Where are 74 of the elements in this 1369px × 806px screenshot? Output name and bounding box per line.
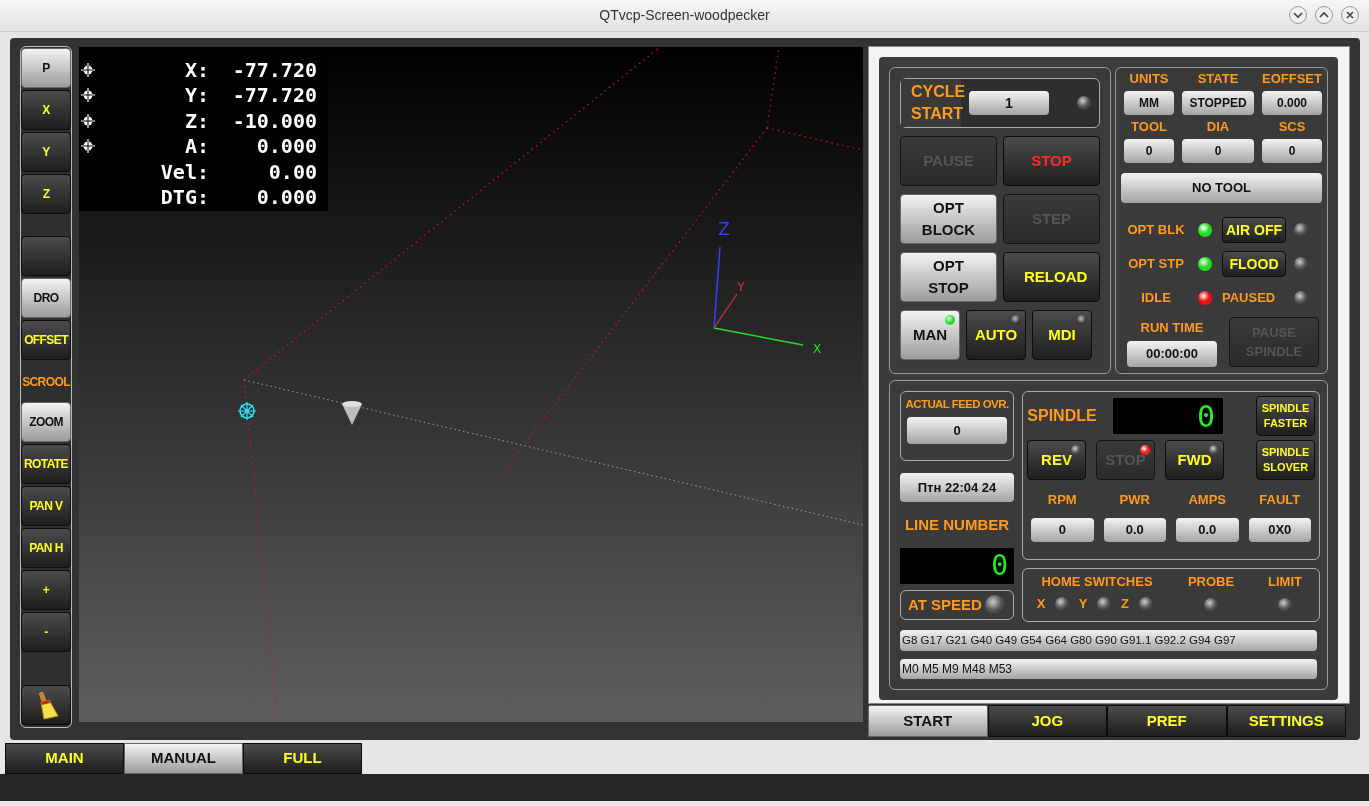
program-button[interactable]: OPT BLOCK [900, 194, 997, 244]
dro-axis-label: A: [183, 136, 209, 157]
panel-tab[interactable]: SETTINGS [1226, 705, 1346, 737]
main-tab[interactable]: FULL [243, 743, 362, 774]
sidebar-button[interactable]: PAN H [21, 528, 71, 568]
panel-tab[interactable]: PREF [1107, 705, 1227, 737]
dro-axis-label: Vel: [159, 161, 209, 182]
dro-value: -77.720 [231, 85, 317, 106]
dro-value: -77.720 [231, 59, 317, 80]
main-tab[interactable]: MANUAL [124, 743, 243, 774]
status-value: 0.000 [1262, 91, 1322, 115]
axis-label: X [812, 342, 822, 356]
mode-button[interactable]: MDI [1032, 310, 1092, 360]
spindle-readout-value: 0X0 [1248, 518, 1311, 542]
dro-axis-label: Z: [183, 110, 209, 131]
dro-axis-label: DTG: [159, 187, 209, 208]
clear-button[interactable] [21, 685, 71, 725]
status-value: MM [1124, 91, 1174, 115]
mode-button[interactable]: MAN [900, 310, 960, 360]
main-tab[interactable]: MAIN [5, 743, 124, 774]
cycle-start-line-field[interactable]: 1 [969, 91, 1049, 115]
spindle-readout-value: 0.0 [1103, 518, 1166, 542]
dro-value: -10.000 [231, 110, 317, 131]
program-button[interactable]: RELOAD [1003, 252, 1100, 302]
sidebar-button[interactable]: PAN V [21, 486, 71, 526]
spindle-readout-value: 0.0 [1176, 518, 1239, 542]
spindle-direction-button[interactable]: FWD [1165, 440, 1224, 480]
feed-override-label: ACTUAL FEED OVR. [905, 397, 1009, 412]
panel-tab[interactable]: START [868, 705, 988, 737]
sidebar-label: SCROOL [21, 374, 71, 391]
spindle-readout-value: 0 [1031, 518, 1094, 542]
spindle-speed-display: 0 [1113, 398, 1223, 434]
active-gcodes: G8 G17 G21 G40 G49 G54 G64 G80 G90 G91.1 G92.2 G94 G97 [900, 630, 1317, 651]
sidebar-button[interactable]: P [21, 48, 71, 88]
coolant-button[interactable]: AIR OFF [1222, 217, 1286, 243]
dro-axis-label: Y: [183, 85, 209, 106]
dro-value: 0.000 [255, 136, 317, 157]
coolant-button[interactable]: FLOOD [1222, 251, 1286, 277]
sidebar-button[interactable]: DRO [21, 278, 71, 318]
status-value: 0 [1124, 139, 1174, 163]
dro-value: 0.00 [267, 161, 317, 182]
sidebar-button[interactable]: ZOOM [21, 402, 71, 442]
dro-axis-label: X: [183, 59, 209, 80]
spindle-direction-button[interactable]: REV [1027, 440, 1086, 480]
sidebar-button[interactable]: Z [21, 174, 71, 214]
status-value: 0 [1182, 139, 1254, 163]
sidebar-button[interactable]: OFFSET [21, 320, 71, 360]
window-title: QTvcp-Screen-woodpecker [599, 6, 770, 25]
origin-marker-icon [237, 401, 257, 421]
axis-label: Y [737, 280, 745, 294]
run-time-value: 00:00:00 [1127, 341, 1217, 367]
line-number-display: 0 [900, 548, 1014, 584]
panel-tab[interactable]: JOG [987, 705, 1107, 737]
spindle-slower-button[interactable]: SPINDLE SLOVER [1256, 440, 1315, 480]
mode-button[interactable]: AUTO [966, 310, 1026, 360]
axis-label: Z [718, 219, 730, 239]
tool-cone-icon [342, 401, 362, 425]
maximize-button[interactable] [1315, 6, 1333, 24]
date-time-display: Птн 22:04 24 [900, 473, 1014, 502]
status-value: 0 [1262, 139, 1322, 163]
sidebar-button[interactable]: + [21, 570, 71, 610]
active-mcodes: M0 M5 M9 M48 M53 [900, 658, 1317, 679]
spindle-faster-button[interactable]: SPINDLE FASTER [1256, 396, 1315, 436]
sidebar-button[interactable]: - [21, 612, 71, 652]
sidebar-button[interactable]: Y [21, 132, 71, 172]
status-value: STOPPED [1182, 91, 1254, 115]
sidebar-button[interactable]: X [21, 90, 71, 130]
sidebar-button[interactable]: ROTATE [21, 444, 71, 484]
program-button[interactable]: OPT STOP [900, 252, 997, 302]
feed-override-value: 0 [907, 417, 1007, 445]
tool-description: NO TOOL [1121, 173, 1322, 203]
close-button[interactable] [1341, 6, 1359, 24]
minimize-button[interactable] [1289, 6, 1307, 24]
dro-value: 0.000 [255, 187, 317, 208]
